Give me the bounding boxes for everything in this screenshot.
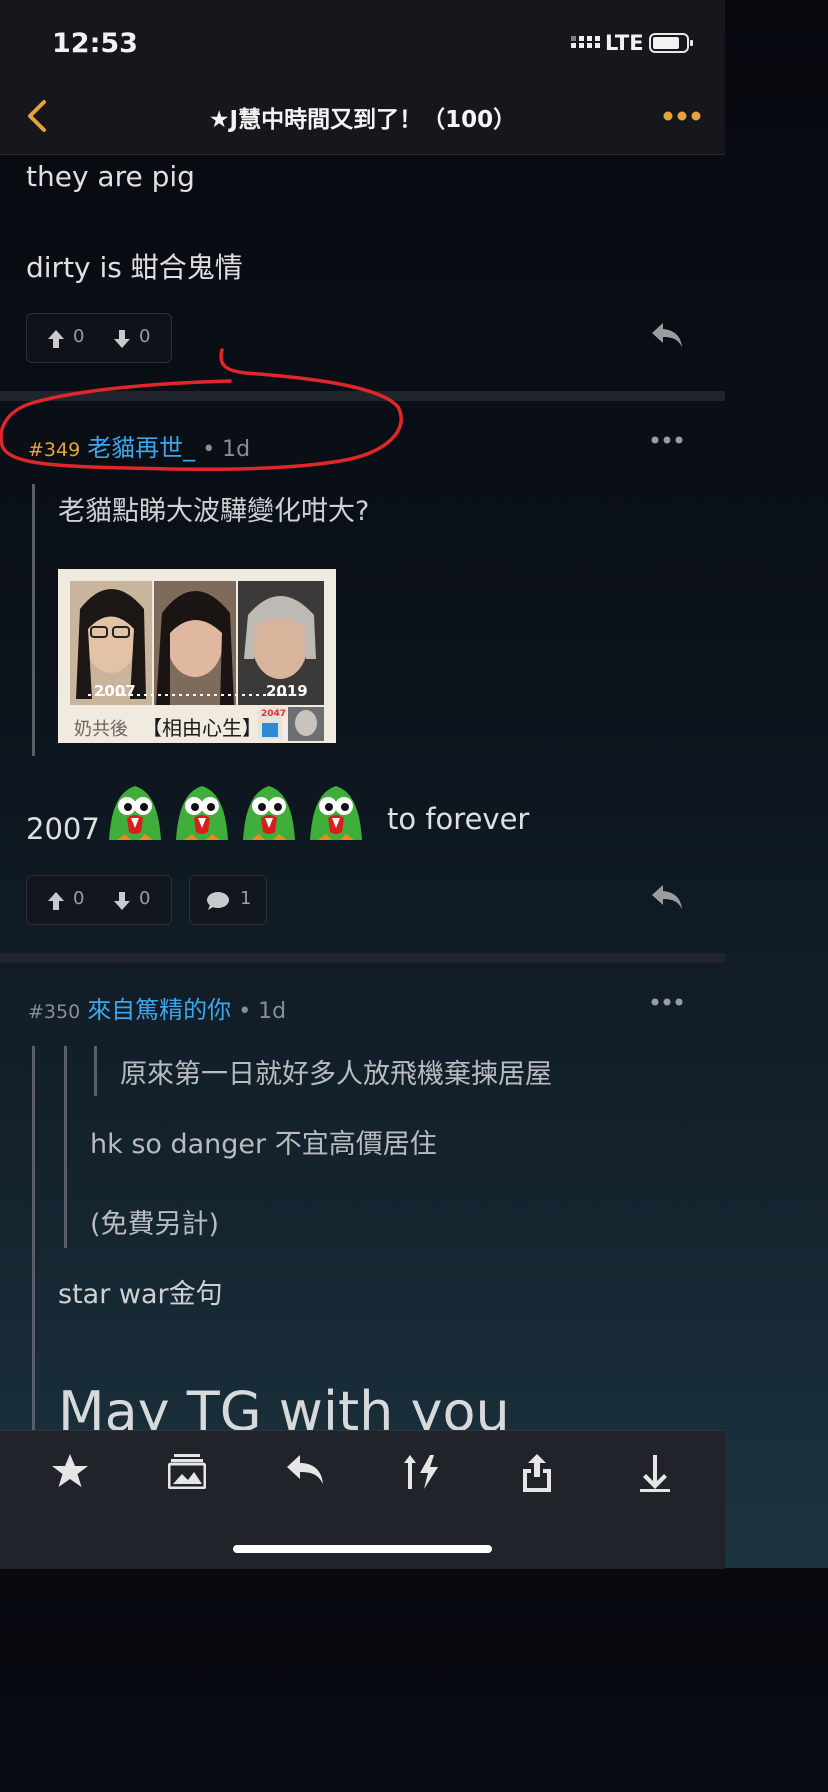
green-bird-sticker	[310, 786, 362, 840]
download-icon[interactable]	[638, 1453, 672, 1493]
downvote-count: 0	[139, 888, 151, 909]
post-number: #349	[28, 439, 81, 461]
post-text-end: to forever	[387, 802, 530, 836]
quote-bar-nested	[64, 1046, 67, 1248]
downvote-icon[interactable]	[113, 891, 131, 911]
network-label: LTE	[605, 31, 644, 55]
meme-year-left: 2007	[94, 682, 136, 700]
post-text-line: dirty is 蚶合鬼情	[26, 251, 243, 284]
battery-icon	[649, 33, 693, 53]
thread-title: ★J慧中時間又到了！（100）	[208, 107, 517, 133]
upvote-count: 0	[73, 326, 85, 347]
quote-bar	[32, 484, 35, 756]
green-bird-sticker	[176, 786, 228, 840]
post-time: • 1d	[202, 437, 251, 462]
reply-all-icon[interactable]	[285, 1453, 325, 1487]
vote-box: 0 0	[26, 875, 172, 925]
upvote-icon[interactable]	[47, 891, 65, 911]
quote-text: hk so danger 不宜高價居住	[90, 1129, 437, 1160]
red-circle-annotation	[0, 348, 403, 472]
post-separator	[0, 953, 725, 963]
green-bird-sticker	[243, 786, 295, 840]
meme-badge: 2047	[261, 709, 287, 719]
reply-icon[interactable]	[650, 321, 684, 349]
vote-box: 0 0	[26, 313, 172, 363]
signal-icon	[571, 36, 600, 48]
back-icon[interactable]	[20, 96, 60, 136]
meme-image[interactable]: 2007 2019 奶共後 【相由心生】 2047	[58, 569, 336, 743]
comment-count: 1	[240, 888, 252, 909]
post-header: #350 來自篤精的你 • 1d	[28, 990, 286, 1025]
star-icon[interactable]	[51, 1453, 89, 1489]
quote-bar-nested-inner	[94, 1046, 97, 1096]
post-text-line: star war金句	[58, 1279, 223, 1310]
post-number: #350	[28, 1001, 81, 1023]
downvote-icon[interactable]	[113, 329, 131, 349]
more-menu-icon[interactable]	[662, 110, 702, 122]
home-indicator	[233, 1545, 492, 1553]
upvote-count: 0	[73, 888, 85, 909]
status-bar: 12:53 LTE	[0, 0, 725, 88]
sort-icon[interactable]	[402, 1453, 442, 1491]
meme-year-right: 2019	[266, 682, 308, 700]
comment-icon	[207, 892, 229, 910]
post-separator	[0, 391, 725, 401]
post-more-icon[interactable]	[650, 997, 684, 1007]
post-time: • 1d	[238, 999, 287, 1024]
nested-quote-text: 原來第一日就好多人放飛機棄揀居屋	[120, 1059, 552, 1090]
meme-caption-left: 奶共後	[74, 719, 128, 740]
upvote-icon[interactable]	[47, 329, 65, 349]
post-more-icon[interactable]	[650, 435, 684, 445]
post-header: #349 老貓再世_ • 1d	[28, 428, 250, 463]
username[interactable]: 老貓再世_	[87, 434, 195, 462]
downvote-count: 0	[139, 326, 151, 347]
share-icon[interactable]	[520, 1453, 554, 1493]
quote-text: (免費另計)	[90, 1209, 220, 1240]
status-time: 12:53	[52, 28, 138, 59]
nav-bar: ★J慧中時間又到了！（100）	[0, 88, 725, 155]
quote-text: 老貓點睇大波驊變化咁大?	[58, 496, 370, 527]
quote-bar	[32, 1046, 35, 1430]
green-bird-sticker	[109, 786, 161, 840]
image-icon[interactable]	[168, 1453, 206, 1489]
reply-icon[interactable]	[650, 883, 684, 911]
username[interactable]: 來自篤精的你	[87, 996, 231, 1024]
meme-caption-main: 【相由心生】	[142, 716, 262, 740]
post-text-line: they are pig	[26, 160, 195, 193]
comment-box[interactable]: 1	[189, 875, 267, 925]
post-text-start: 2007	[26, 812, 100, 846]
